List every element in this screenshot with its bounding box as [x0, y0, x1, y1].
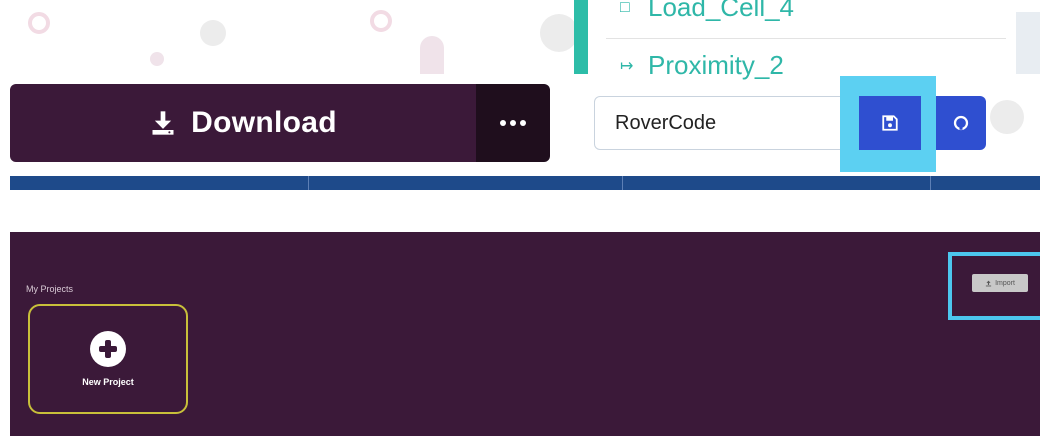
side-panel-edge — [1016, 12, 1040, 74]
decorative-dot — [990, 100, 1024, 134]
github-icon — [953, 115, 969, 131]
editor-toolbar-panel: □ Load_Cell_4 ↦ Proximity_2 Download — [0, 0, 1040, 190]
decorative-dot — [150, 52, 164, 66]
strip-tick — [930, 176, 931, 190]
project-name-input[interactable] — [594, 96, 858, 150]
section-title: My Projects — [26, 284, 74, 294]
download-label: Download — [191, 106, 337, 139]
decorative-ring — [370, 10, 392, 32]
save-floppy-icon — [882, 115, 898, 131]
tree-item[interactable]: ↦ Proximity_2 — [620, 50, 784, 81]
decorative-dot — [420, 36, 444, 74]
download-button[interactable]: Download — [10, 84, 476, 162]
import-label: Import — [995, 279, 1015, 287]
download-icon — [152, 111, 174, 135]
more-options-button[interactable] — [476, 84, 550, 162]
arrow-right-icon: ↦ — [620, 57, 634, 75]
tree-item[interactable]: □ Load_Cell_4 — [620, 0, 794, 23]
import-button[interactable]: Import — [972, 274, 1028, 292]
decorative-dot — [200, 20, 226, 46]
tree-accent-bar — [574, 0, 588, 74]
tree-item-label: Load_Cell_4 — [648, 0, 795, 22]
square-icon: □ — [620, 0, 630, 16]
save-button[interactable] — [859, 96, 921, 150]
strip-tick — [622, 176, 623, 190]
decorative-ring — [28, 12, 50, 34]
workspace-strip — [10, 176, 1040, 190]
block-tree: □ Load_Cell_4 ↦ Proximity_2 — [574, 0, 1020, 80]
plus-circle-icon — [90, 331, 126, 367]
new-project-label: New Project — [82, 377, 134, 387]
tree-list: □ Load_Cell_4 ↦ Proximity_2 — [590, 0, 1020, 80]
github-button[interactable] — [936, 96, 986, 150]
tree-divider — [606, 38, 1006, 39]
strip-tick — [308, 176, 309, 190]
my-projects-panel: My Projects New Project Import — [10, 232, 1040, 436]
more-dots-icon — [500, 120, 526, 126]
tree-item-label: Proximity_2 — [648, 50, 784, 80]
download-button-group: Download — [10, 84, 550, 162]
new-project-card[interactable]: New Project — [28, 304, 188, 414]
decorative-dot — [540, 14, 578, 52]
upload-icon — [985, 280, 992, 286]
